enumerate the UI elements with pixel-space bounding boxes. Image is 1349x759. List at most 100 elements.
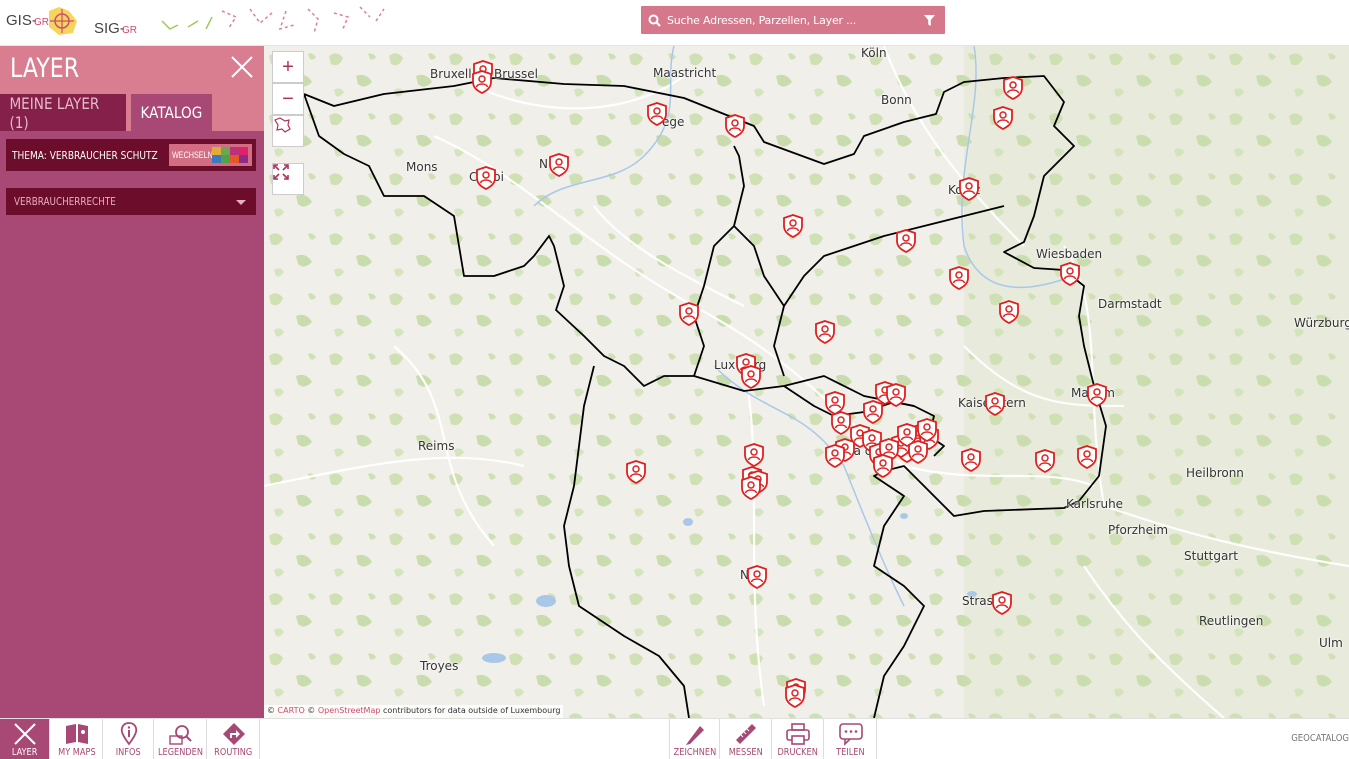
theme-color-swatch [239, 147, 248, 155]
header: GIS- GR SIG- GR Suche Adressen, Parzelle… [0, 0, 1349, 46]
layer-tabs: MEINE LAYER (1) KATALOG [0, 94, 264, 132]
city-bruxelles: Bruxell [430, 67, 472, 81]
chevron-down-icon [236, 200, 246, 205]
consumer-marker-icon[interactable] [625, 460, 647, 484]
theme-color-swatch [221, 155, 230, 163]
consumer-marker-icon[interactable] [916, 418, 938, 442]
consumer-marker-icon[interactable] [548, 153, 570, 177]
printer-icon [786, 723, 810, 745]
routing-button[interactable]: ROUTING [208, 719, 260, 759]
consumer-marker-icon[interactable] [960, 448, 982, 472]
consumer-marker-icon[interactable] [746, 565, 768, 589]
theme-color-swatch [212, 155, 221, 163]
close-icon[interactable] [230, 55, 254, 79]
filter-icon[interactable] [924, 14, 935, 32]
city-reims: Reims [418, 439, 455, 453]
consumer-marker-icon[interactable] [678, 302, 700, 326]
category-label: VERBRAUCHERRECHTE [14, 195, 116, 208]
consumer-marker-icon[interactable] [824, 444, 846, 468]
city-darmstadt: Darmstadt [1098, 297, 1162, 311]
teilen-button[interactable]: TEILEN [825, 719, 877, 759]
city-mons: Mons [406, 160, 438, 174]
consumer-marker-icon[interactable] [991, 591, 1013, 615]
map-view[interactable]: + − Köln Bonn Maastricht Bruxell Brussel… [264, 46, 1349, 718]
geocatalog-link[interactable]: GEOCATALOG [1291, 733, 1349, 744]
consumer-marker-icon[interactable] [872, 454, 894, 478]
consumer-marker-icon[interactable] [1059, 262, 1081, 286]
zoom-out-button[interactable]: − [272, 83, 304, 115]
consumer-marker-icon[interactable] [1076, 445, 1098, 469]
category-dropdown[interactable]: VERBRAUCHERRECHTE [6, 188, 256, 215]
consumer-marker-icon[interactable] [475, 166, 497, 190]
city-stuttgart: Stuttgart [1184, 549, 1238, 563]
layer-panel: LAYER MEINE LAYER (1) KATALOG THEMA: VER… [0, 46, 264, 718]
region-icon[interactable] [272, 115, 304, 147]
consumer-marker-icon[interactable] [740, 476, 762, 500]
infos-button[interactable]: INFOS [104, 719, 154, 759]
consumer-marker-icon[interactable] [984, 392, 1006, 416]
consumer-marker-icon[interactable] [743, 443, 765, 467]
consumer-marker-icon[interactable] [1034, 449, 1056, 473]
theme-color-swatch [239, 155, 248, 163]
tab-katalog[interactable]: KATALOG [131, 94, 212, 131]
legenden-button[interactable]: LEGENDEN [155, 719, 207, 759]
svg-text:GR: GR [34, 17, 49, 28]
consumer-marker-icon[interactable] [1086, 383, 1108, 407]
svg-text:GR: GR [122, 25, 137, 36]
theme-label: THEMA: VERBRAUCHER SCHUTZ [12, 148, 158, 162]
consumer-marker-icon[interactable] [1002, 76, 1024, 100]
tab-meine-layer[interactable]: MEINE LAYER (1) [0, 94, 126, 132]
city-karlsruhe: Karlsruhe [1066, 497, 1124, 511]
city-wiesbaden: Wiesbaden [1036, 247, 1103, 261]
zoom-in-button[interactable]: + [272, 51, 304, 83]
consumer-marker-icon[interactable] [471, 70, 493, 94]
gis-gr-logo-icon: GIS- GR SIG- GR [6, 6, 385, 37]
ruler-icon [736, 724, 756, 744]
consumer-marker-icon[interactable] [895, 229, 917, 253]
switch-theme-button[interactable]: WECHSELN [169, 144, 252, 166]
consumer-marker-icon[interactable] [896, 423, 918, 447]
drucken-button[interactable]: DRUCKEN [773, 719, 824, 759]
consumer-marker-icon[interactable] [885, 383, 907, 407]
consumer-marker-icon[interactable] [814, 320, 836, 344]
consumer-marker-icon[interactable] [646, 102, 668, 126]
consumer-marker-icon[interactable] [992, 106, 1014, 130]
city-koln: Köln [861, 46, 887, 60]
pencil-icon [685, 726, 704, 745]
theme-color-swatch [230, 147, 239, 155]
my-maps-button[interactable]: MY MAPS [51, 719, 103, 759]
consumer-marker-icon[interactable] [958, 177, 980, 201]
theme-color-swatch [221, 147, 230, 155]
share-bubble-icon [838, 723, 863, 746]
theme-selector: THEMA: VERBRAUCHER SCHUTZ WECHSELN [6, 139, 256, 171]
svg-text:SIG-: SIG- [94, 20, 125, 37]
info-pin-icon [120, 722, 137, 746]
consumer-marker-icon[interactable] [724, 114, 746, 138]
consumer-marker-icon[interactable] [782, 214, 804, 238]
messen-button[interactable]: MESSEN [721, 719, 772, 759]
search-input[interactable]: Suche Adressen, Parzellen, Layer ... [667, 14, 856, 27]
consumer-marker-icon[interactable] [948, 266, 970, 290]
zeichnen-button[interactable]: ZEICHNEN [669, 719, 720, 759]
logo[interactable]: GIS- GR SIG- GR [4, 3, 394, 43]
city-heilbronn: Heilbronn [1186, 466, 1244, 480]
consumer-marker-icon[interactable] [862, 400, 884, 424]
theme-color-swatch [212, 147, 221, 155]
consumer-marker-icon[interactable] [784, 684, 806, 708]
panel-title: LAYER [10, 53, 80, 84]
theme-color-swatch [230, 155, 239, 163]
route-arrow-icon [222, 723, 245, 745]
map-attribution: © CARTO © OpenStreetMap contributors for… [264, 705, 564, 718]
map-canvas [264, 46, 1349, 718]
consumer-marker-icon[interactable] [998, 300, 1020, 324]
layer-button[interactable]: LAYER [0, 719, 50, 759]
city-ulm: Ulm [1319, 636, 1343, 650]
consumer-marker-icon[interactable] [740, 365, 762, 389]
city-pforzheim: Pforzheim [1108, 523, 1169, 537]
fullscreen-icon[interactable] [272, 163, 304, 195]
bottom-toolbar: LAYER MY MAPS INFOS LEGENDEN ROUTING ZEI… [0, 718, 1349, 759]
search-icon[interactable] [641, 14, 667, 27]
layer-panel-header: LAYER [0, 46, 264, 94]
search-bar[interactable]: Suche Adressen, Parzellen, Layer ... [641, 6, 945, 34]
theme-colors-icon [212, 147, 248, 163]
